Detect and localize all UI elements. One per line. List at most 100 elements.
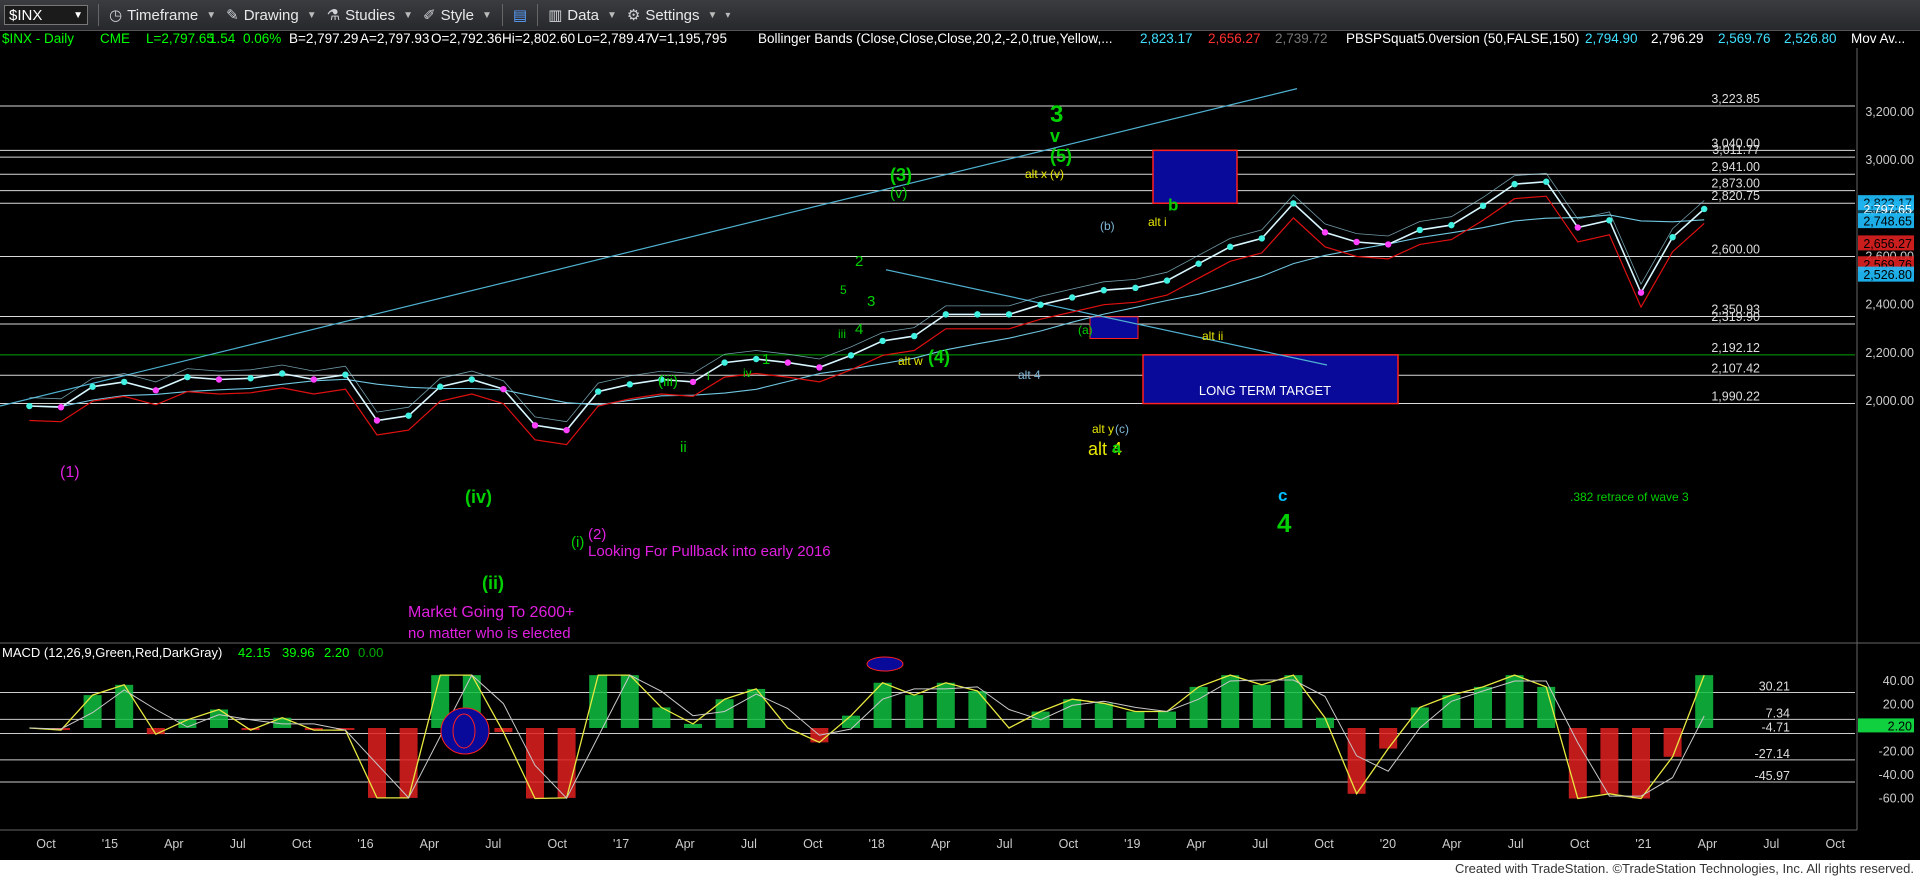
wave-annotation: no matter who is elected (408, 625, 571, 642)
mov-avg-label[interactable]: Mov Av... (1851, 31, 1905, 46)
macd-tag: 2.20 (1888, 719, 1912, 733)
macd-label[interactable]: MACD (12,26,9,Green,Red,DarkGray) (2, 645, 222, 660)
macd-histogram-bar (1189, 686, 1208, 728)
fib-level-label: 2,192.12 (1711, 341, 1760, 355)
layout-button[interactable]: ▤ (513, 6, 527, 24)
macd-histogram-bar (968, 690, 987, 728)
price-point (531, 422, 539, 429)
wave-annotation: 1 (762, 351, 770, 368)
price-tag: 2,656.27 (1863, 237, 1912, 251)
target-box-b (1152, 149, 1238, 204)
macd-histogram-bar (1221, 675, 1240, 728)
info-change: 1.54 (209, 31, 236, 46)
time-tick-label: '21 (1635, 837, 1651, 851)
price-tick-label: 2,400.00 (1865, 298, 1914, 312)
pbs-study-label[interactable]: PBSPSquat5.0version (50,FALSE,150) (1346, 31, 1579, 46)
price-tick-label: 2,000.00 (1865, 394, 1914, 408)
wave-annotation: (1) (60, 464, 80, 481)
caret-down-icon: ▼ (606, 9, 617, 21)
wave-annotation: 5 (840, 283, 847, 297)
fib-level-label: 2,107.42 (1711, 361, 1760, 375)
studies-menu[interactable]: ⚗ Studies ▼ (327, 6, 413, 25)
macd-tick-label: 20.00 (1883, 698, 1914, 712)
wave-annotation: (v) (890, 185, 908, 202)
timeframe-menu[interactable]: ◷ Timeframe ▼ (109, 6, 216, 25)
macd-tick-label: -60.00 (1879, 792, 1914, 806)
data-menu[interactable]: ▥ Data ▼ (548, 6, 617, 25)
pbs-value-3: 2,569.76 (1718, 31, 1771, 46)
price-point (911, 332, 918, 340)
price-point (847, 352, 855, 359)
drawing-menu[interactable]: ✎ Drawing ▼ (226, 6, 317, 25)
wave-annotation: (c) (1115, 422, 1129, 436)
wave-annotation: a (1112, 440, 1121, 457)
price-point (405, 412, 412, 419)
style-label: Style (440, 6, 474, 24)
price-chart[interactable]: 3,223.853,040.003,011.772,941.002,873.00… (0, 48, 1920, 860)
style-menu[interactable]: ✐ Style ▼ (423, 6, 492, 25)
price-point (1416, 226, 1424, 234)
price-point (1669, 233, 1676, 241)
time-tick-label: Oct (1825, 837, 1845, 851)
price-point (342, 371, 349, 378)
settings-label: Settings (645, 6, 700, 24)
wave-annotation: alt 4 (1018, 368, 1041, 382)
macd-value-3: 2.20 (324, 645, 349, 660)
info-ask: A=2,797.93 (360, 31, 430, 46)
time-tick-label: Apr (1442, 837, 1461, 851)
caret-down-icon: ▼ (306, 9, 317, 21)
fib-level-label: 1,990.22 (1711, 390, 1760, 404)
time-tick-label: '16 (357, 837, 373, 851)
info-volume: V=1,195,795 (650, 31, 727, 46)
symbol-value: $INX (9, 6, 43, 24)
info-bid: B=2,797.29 (289, 31, 359, 46)
chevron-down-icon[interactable]: ▼ (73, 10, 83, 21)
fib-level-label: 2,820.75 (1711, 189, 1760, 203)
toolbar-divider (98, 4, 99, 26)
price-point (1258, 235, 1266, 242)
price-point (215, 376, 223, 383)
settings-menu[interactable]: ⚙ Settings ▼ ▾ (627, 6, 731, 25)
info-last: L=2,797.65 (146, 31, 214, 46)
time-tick-label: Apr (931, 837, 950, 851)
wave-annotation: (iv) (465, 487, 492, 507)
long-term-target-label: LONG TERM TARGET (1199, 383, 1331, 398)
wave-annotation: ii (680, 439, 687, 456)
macd-highlight-ellipse (866, 656, 904, 672)
fib-level-label: 2,941.00 (1711, 160, 1760, 174)
info-symbol: $INX - Daily (2, 31, 75, 46)
wave-annotation: (b) (1100, 219, 1115, 233)
small-target-box (1089, 316, 1139, 339)
pbs-value-1: 2,794.90 (1585, 31, 1638, 46)
time-tick-label: Jul (485, 837, 501, 851)
wave-annotation: (2) (588, 526, 606, 543)
target-box-b-label: b (1168, 195, 1178, 214)
price-point (57, 404, 65, 411)
time-tick-label: Apr (1698, 837, 1717, 851)
price-point (626, 381, 633, 388)
bb-study-label[interactable]: Bollinger Bands (Close,Close,Close,20,2,… (758, 31, 1112, 46)
price-point (721, 359, 728, 366)
wave-annotation: iii (838, 327, 846, 341)
caret-down-icon: ▾ (725, 9, 731, 21)
price-point (1290, 200, 1297, 207)
wave-annotation: .382 retrace of wave 3 (1570, 490, 1689, 504)
wave-annotation: Market Going To 2600+ (408, 604, 574, 621)
wave-annotation: (i) (571, 534, 584, 551)
time-tick-label: '15 (102, 837, 118, 851)
price-point (1163, 277, 1171, 284)
data-label: Data (567, 6, 599, 24)
time-tick-label: Apr (675, 837, 694, 851)
footer-text: Created with TradeStation. ©TradeStation… (1454, 861, 1914, 876)
macd-histogram-bar (526, 728, 544, 799)
time-tick-label: Apr (164, 837, 183, 851)
macd-histogram-bar (1379, 728, 1398, 749)
macd-value-4: 0.00 (358, 645, 383, 660)
symbol-input[interactable]: $INX ▼ (4, 5, 88, 25)
price-point (1574, 224, 1582, 231)
macd-level-label: -27.14 (1755, 747, 1790, 761)
macd-histogram-bar (1663, 728, 1682, 757)
fib-level-label: 3,223.85 (1711, 92, 1760, 106)
wave-annotation: 3 (867, 293, 875, 310)
price-point (373, 417, 381, 424)
